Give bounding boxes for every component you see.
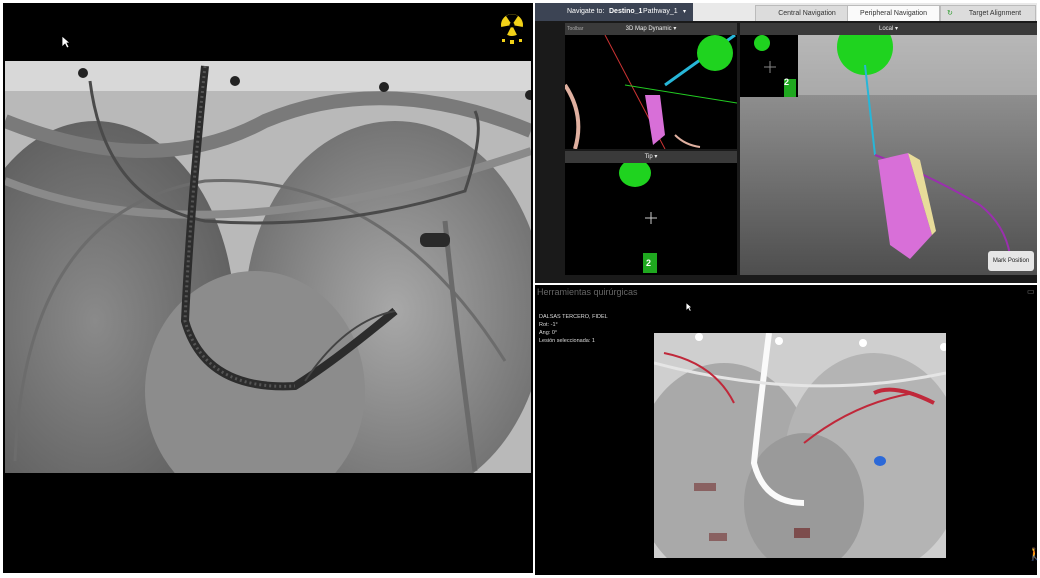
patient-info: DALSAS TERCERO, FIDEL Rot: -1° Ang: 0° L… xyxy=(539,313,608,345)
tab-label: Peripheral Navigation xyxy=(860,10,927,17)
navigate-to-label: Navigate to: xyxy=(567,8,605,15)
window-control-icon[interactable]: ▭ xyxy=(1027,287,1035,296)
fluoroscopy-monitor xyxy=(3,3,533,573)
tip-pane-header[interactable]: Tip ▾ xyxy=(565,151,737,163)
overlay-fluoroscopy-image xyxy=(654,333,946,558)
destination-value: Destino_1 xyxy=(609,8,643,15)
map3d-pane[interactable] xyxy=(565,35,737,149)
tip-label: Tip xyxy=(644,154,653,160)
map3d-pane-header[interactable]: Toolbar 3D Map Dynamic ▾ xyxy=(565,23,737,35)
tab-label: Target Alignment xyxy=(968,10,1022,17)
local-target-distance: 2 xyxy=(784,77,790,87)
tab-target-alignment[interactable]: ↻ Target Alignment xyxy=(940,5,1036,21)
selected-lesion: Lesión seleccionada: 1 xyxy=(539,338,595,344)
pathway-value: Pathway_1 xyxy=(643,8,678,15)
person-icon: 🚶 xyxy=(1027,547,1040,561)
rotation-readout: Rot: -1° xyxy=(539,322,558,328)
fluoroscopy-image xyxy=(5,61,531,473)
chevron-down-icon: ▾ xyxy=(673,26,677,32)
navigation-monitor: Navigate to: Destino_1 Pathway_1 ▾ Centr… xyxy=(535,3,1037,283)
navigation-toolbar: Navigate to: Destino_1 Pathway_1 ▾ Centr… xyxy=(535,3,1037,21)
tip-pane[interactable]: 2 xyxy=(565,163,737,275)
local-label: Local xyxy=(878,26,894,32)
target-distance: 2 xyxy=(646,258,652,268)
chevron-down-icon: ▾ xyxy=(654,154,658,160)
tab-label: Central Navigation xyxy=(778,10,836,17)
tab-peripheral-navigation[interactable]: Peripheral Navigation xyxy=(847,5,940,21)
local-pane-header[interactable]: Local ▾ xyxy=(740,23,1037,35)
tools-title: Herramientas quirúrgicas xyxy=(537,287,638,297)
local-pane[interactable]: 2 Mark Position xyxy=(740,35,1037,275)
tab-central-navigation[interactable]: Central Navigation xyxy=(755,5,859,21)
destination-selector[interactable]: Navigate to: Destino_1 Pathway_1 ▾ xyxy=(535,3,693,21)
chevron-down-icon: ▾ xyxy=(895,26,899,32)
mouse-pointer-icon xyxy=(685,299,693,317)
mouse-pointer-icon xyxy=(61,35,72,54)
surgical-tools-monitor: Herramientas quirúrgicas ▭ DALSAS TERCER… xyxy=(535,285,1040,575)
angle-readout: Ang: 0° xyxy=(539,330,558,336)
radiation-icon xyxy=(497,11,527,50)
map3d-label: 3D Map Dynamic xyxy=(625,26,672,32)
mark-position-button[interactable]: Mark Position xyxy=(988,251,1034,271)
toolbar-label: Toolbar xyxy=(567,26,584,32)
patient-name: DALSAS TERCERO, FIDEL xyxy=(539,314,608,320)
refresh-icon: ↻ xyxy=(947,10,953,17)
chevron-down-icon: ▾ xyxy=(683,9,687,15)
